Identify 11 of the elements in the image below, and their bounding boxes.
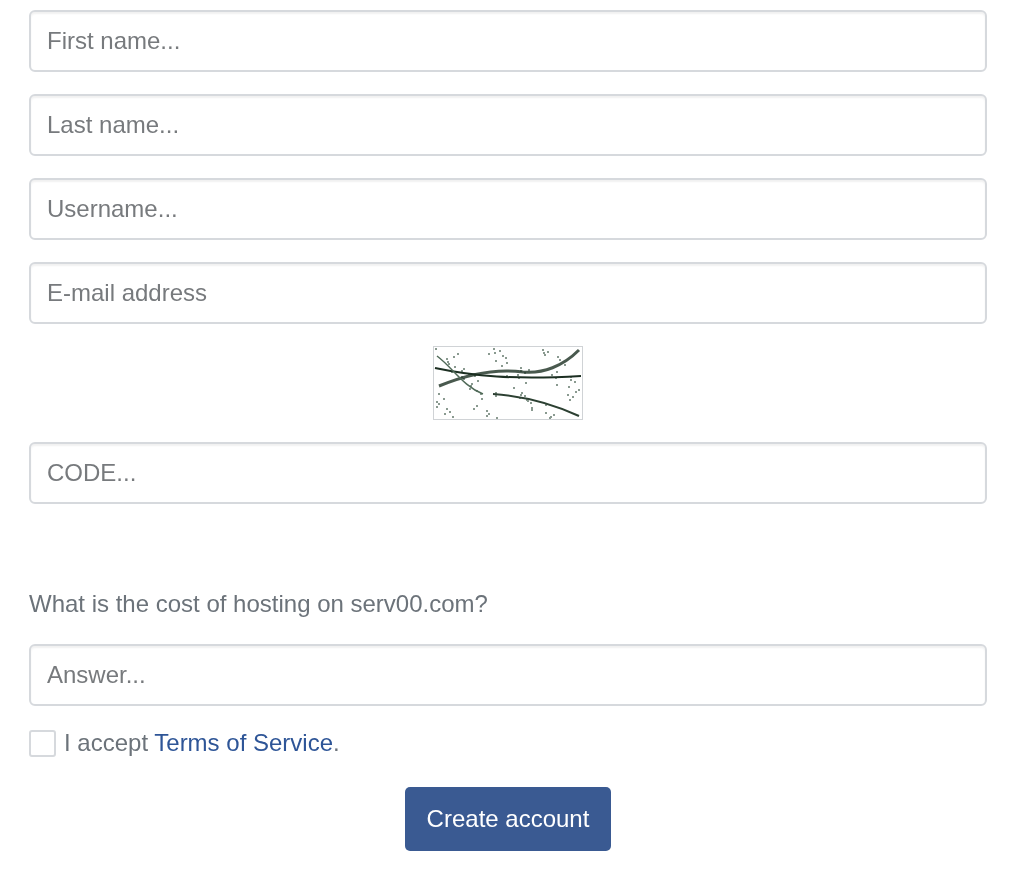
text-field[interactable]: Username... — [29, 178, 987, 240]
create-account-button[interactable]: Create account — [404, 787, 612, 851]
terms-link[interactable]: Terms of Service — [154, 729, 333, 756]
text-field[interactable]: Last name... — [29, 94, 987, 156]
answer-field[interactable]: Answer... — [29, 644, 987, 706]
code-field[interactable]: CODE... — [29, 442, 987, 504]
terms-label: I accept Terms of Service. — [64, 729, 340, 757]
security-question: What is the cost of hosting on serv00.com? — [29, 589, 489, 619]
text-field[interactable]: E-mail address — [29, 262, 987, 324]
text-field[interactable]: First name... — [29, 10, 987, 72]
terms-checkbox[interactable] — [29, 729, 56, 757]
